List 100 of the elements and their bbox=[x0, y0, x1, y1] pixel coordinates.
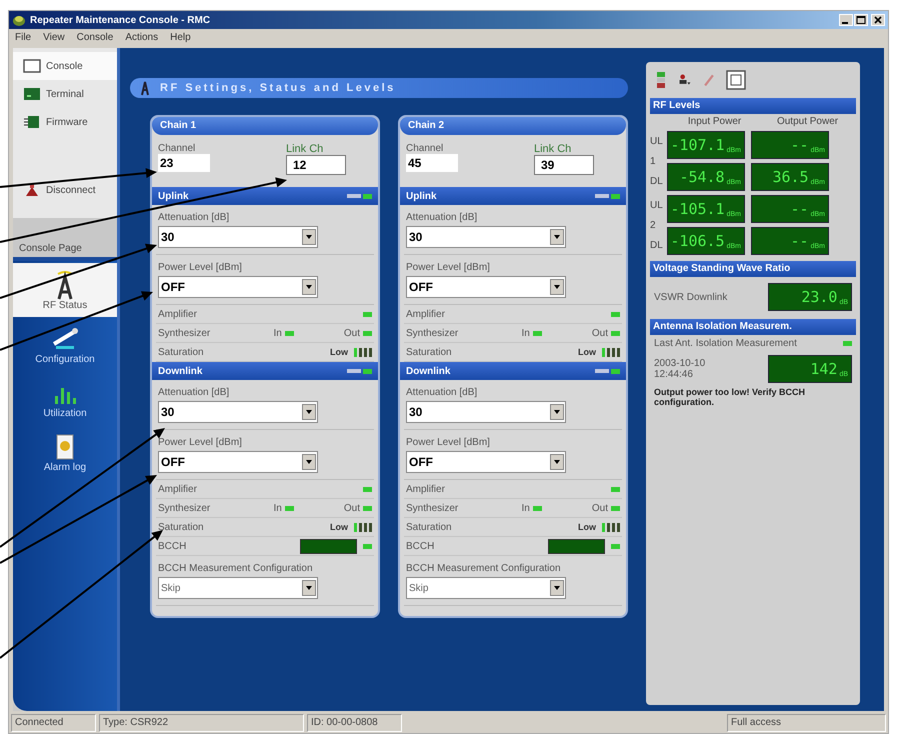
chain-title: Chain 1 bbox=[152, 117, 378, 135]
section-title: Downlink bbox=[406, 366, 450, 376]
power-level-dropdown[interactable]: OFF bbox=[158, 276, 318, 298]
field-label: Link Ch bbox=[286, 143, 324, 155]
field-label: Attenuation [dB] bbox=[406, 387, 478, 398]
window-title: Repeater Maintenance Console - RMC bbox=[30, 14, 212, 26]
link-channel-field[interactable]: 12 bbox=[286, 155, 346, 175]
section-label: Console Page bbox=[18, 243, 83, 256]
status-pane: Connected bbox=[11, 714, 96, 732]
field-label: Attenuation [dB] bbox=[158, 212, 230, 223]
bcch-config-dropdown[interactable]: Skip bbox=[406, 577, 566, 599]
status-label: Out bbox=[344, 328, 360, 338]
indicator-bar bbox=[595, 194, 609, 198]
field-label: VSWR Downlink bbox=[654, 292, 728, 302]
indicator-bar bbox=[347, 369, 361, 373]
sidebar-tab[interactable]: Disconnect bbox=[13, 176, 117, 204]
panel-section-header: Voltage Standing Wave Ratio bbox=[650, 261, 856, 277]
row-label: UL bbox=[650, 136, 664, 146]
channel-field[interactable]: 45 bbox=[406, 154, 458, 172]
saturation-reading: Low bbox=[330, 347, 348, 357]
menu-item[interactable]: View bbox=[43, 32, 65, 43]
app-icon bbox=[12, 13, 26, 27]
page-nav-item[interactable]: RF Status bbox=[13, 263, 117, 317]
status-label: Synthesizer bbox=[158, 328, 212, 338]
window-icon[interactable] bbox=[726, 70, 746, 90]
status-label: Amplifier bbox=[158, 308, 198, 320]
menu-item[interactable]: File bbox=[15, 32, 32, 43]
status-label: In bbox=[274, 328, 282, 338]
field-label: Power Level [dBm] bbox=[406, 437, 491, 448]
status-label: In bbox=[522, 328, 530, 338]
terminal-icon bbox=[23, 87, 41, 101]
section-title: Downlink bbox=[158, 366, 202, 376]
saturation-reading: Low bbox=[330, 522, 348, 532]
status-label: Saturation bbox=[406, 346, 453, 358]
status-label: Saturation bbox=[158, 522, 205, 532]
field-label: Channel bbox=[158, 143, 196, 154]
saturation-reading: Low bbox=[578, 347, 596, 357]
status-label: In bbox=[522, 502, 530, 514]
chain-number: 2 bbox=[650, 220, 657, 230]
window-icon bbox=[23, 59, 41, 73]
menu-item[interactable]: Help bbox=[170, 32, 191, 43]
column-header: Output Power bbox=[776, 116, 838, 127]
page-nav-item[interactable]: Utilization bbox=[13, 371, 117, 425]
traffic-light-icon[interactable] bbox=[654, 71, 668, 89]
panel-section-header: RF Levels bbox=[650, 98, 856, 114]
power-level-dropdown[interactable]: OFF bbox=[406, 276, 566, 298]
field-label: BCCH Measurement Configuration bbox=[158, 563, 314, 574]
panel-section-header: Antenna Isolation Measurem. bbox=[650, 319, 856, 335]
indicator-bar bbox=[347, 194, 361, 198]
indicator-bar bbox=[595, 369, 609, 373]
menu-item[interactable]: Actions bbox=[125, 32, 158, 43]
date-text: 2003-10-10 bbox=[654, 358, 706, 369]
link-channel-field[interactable]: 39 bbox=[534, 155, 594, 175]
status-pane: Full access bbox=[727, 714, 886, 732]
maximize-icon[interactable] bbox=[854, 14, 868, 26]
chain-number: 1 bbox=[650, 156, 657, 166]
attenuation-dropdown[interactable]: 30 bbox=[158, 226, 318, 248]
section-title: Uplink bbox=[406, 190, 437, 202]
warning-text: Output power too low! Verify BCCH configuration. bbox=[653, 386, 806, 409]
minimize-icon[interactable] bbox=[839, 14, 853, 26]
bcch-config-dropdown[interactable]: Skip bbox=[158, 577, 318, 599]
status-label: BCCH bbox=[158, 540, 188, 552]
page-nav-item[interactable]: Alarm log bbox=[13, 425, 117, 479]
field-label: Attenuation [dB] bbox=[158, 387, 230, 398]
status-label: Synthesizer bbox=[158, 502, 212, 514]
power-level-dropdown[interactable]: OFF bbox=[406, 451, 566, 473]
attenuation-dropdown[interactable]: 30 bbox=[406, 401, 566, 423]
status-label: Synthesizer bbox=[406, 502, 460, 514]
status-label: Out bbox=[344, 502, 360, 514]
section-title: Uplink bbox=[158, 190, 189, 202]
status-label: BCCH bbox=[406, 540, 436, 552]
bcch-display bbox=[300, 538, 357, 554]
field-label: Attenuation [dB] bbox=[406, 212, 478, 223]
power-level-dropdown[interactable]: OFF bbox=[158, 451, 318, 473]
status-label: Amplifier bbox=[158, 484, 198, 494]
field-label: Link Ch bbox=[534, 143, 572, 155]
sidebar-tab[interactable]: Firmware bbox=[13, 108, 117, 136]
menu-item[interactable]: Console bbox=[76, 32, 114, 43]
attenuation-dropdown[interactable]: 30 bbox=[406, 226, 566, 248]
status-label: Amplifier bbox=[406, 484, 446, 494]
chain-title: Chain 2 bbox=[400, 117, 626, 135]
status-label: Saturation bbox=[406, 522, 453, 532]
sidebar-tab[interactable]: Terminal bbox=[13, 80, 117, 108]
field-label: Channel bbox=[406, 143, 444, 154]
status-label: Saturation bbox=[158, 346, 205, 358]
time-text: 12:44:46 bbox=[654, 369, 694, 380]
status-label: Out bbox=[592, 502, 608, 514]
sidebar-tab[interactable]: Console bbox=[13, 52, 117, 80]
row-label: DL bbox=[650, 176, 664, 186]
field-label: Power Level [dBm] bbox=[406, 262, 491, 273]
status-label: In bbox=[274, 502, 282, 514]
close-icon[interactable] bbox=[871, 14, 885, 26]
attenuation-dropdown[interactable]: 30 bbox=[158, 401, 318, 423]
bcch-display bbox=[548, 538, 605, 554]
status-pane: Type: CSR922 bbox=[99, 714, 304, 732]
row-label: DL bbox=[650, 240, 664, 250]
page-nav-item[interactable]: Configuration bbox=[13, 317, 117, 371]
antenna-icon bbox=[140, 80, 150, 96]
channel-field[interactable]: 23 bbox=[158, 154, 210, 172]
field-label: Power Level [dBm] bbox=[158, 437, 243, 448]
